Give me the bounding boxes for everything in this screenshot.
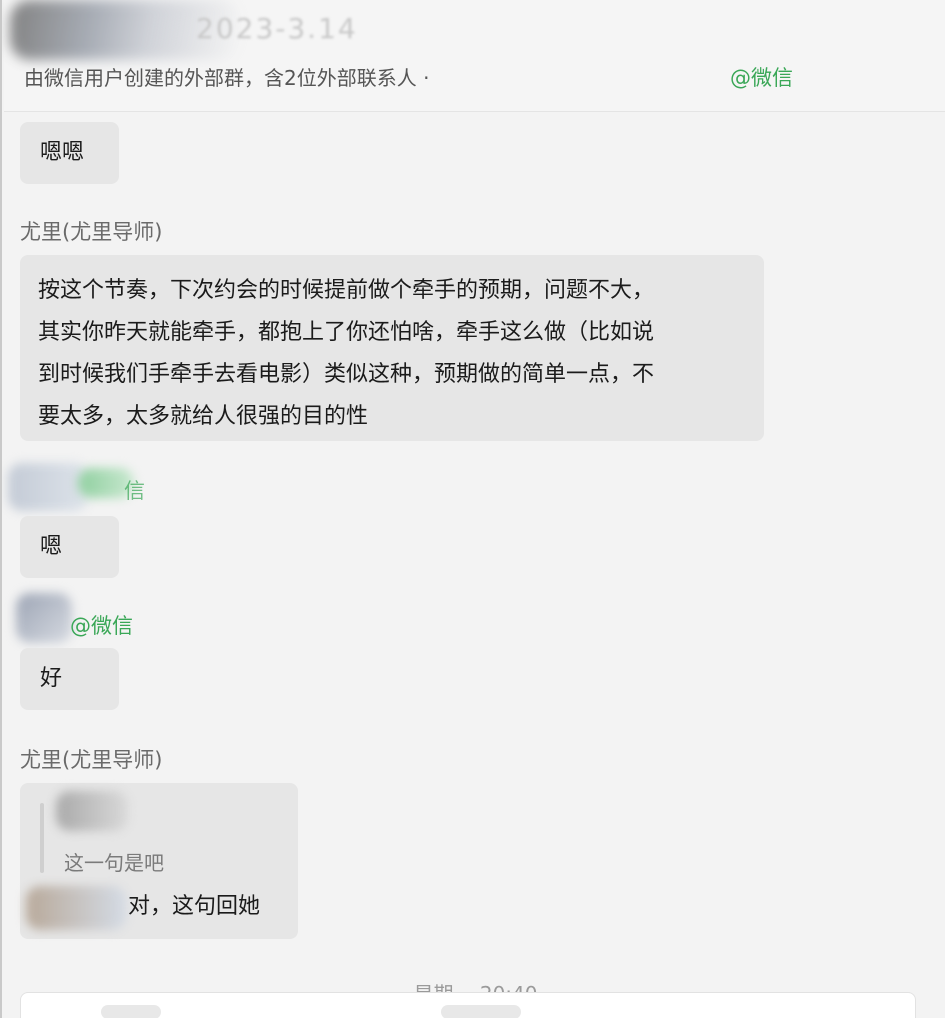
sender-tag: 信 bbox=[124, 479, 145, 503]
message-line: 到时候我们手牵手去看电影）类似这种，预期做的简单一点，不 bbox=[38, 362, 655, 387]
message-bubble[interactable]: 嗯嗯 bbox=[20, 122, 119, 184]
toolbar-placeholder bbox=[441, 1005, 521, 1018]
quote-bar bbox=[40, 803, 44, 873]
quoted-avatar bbox=[56, 791, 128, 831]
quoted-text: 这一句是吧 bbox=[64, 851, 164, 875]
sender-name[interactable]: 尤里(尤里导师) bbox=[20, 216, 162, 246]
sender-avatar[interactable] bbox=[8, 463, 88, 511]
message-bubble[interactable]: 按这个节奏，下次约会的时候提前做个牵手的预期，问题不大， 其实你昨天就能牵手，都… bbox=[20, 255, 764, 441]
wechat-tag[interactable]: @微信 bbox=[730, 62, 793, 92]
message-text: 好 bbox=[40, 666, 63, 691]
toolbar-placeholder bbox=[101, 1005, 161, 1018]
message-line: 要太多，太多就给人很强的目的性 bbox=[38, 404, 369, 429]
message-list[interactable]: 嗯嗯 尤里(尤里导师) 按这个节奏，下次约会的时候提前做个牵手的预期，问题不大，… bbox=[4, 113, 945, 1018]
message-line: 其实你昨天就能牵手，都抱上了你还怕啥，牵手这么做（比如说 bbox=[38, 320, 655, 345]
message-text: 嗯 bbox=[40, 534, 63, 559]
chat-header: 2023-3.14 由微信用户创建的外部群，含2位外部联系人 · @微信 bbox=[4, 0, 945, 112]
message-bubble[interactable]: 这一句是吧 对，这句回她 bbox=[20, 783, 298, 939]
message-input[interactable] bbox=[20, 992, 916, 1018]
sender-tag: @微信 bbox=[70, 614, 133, 638]
message-line: 按这个节奏，下次约会的时候提前做个牵手的预期，问题不大， bbox=[38, 278, 655, 303]
message-bubble[interactable]: 好 bbox=[20, 648, 119, 710]
group-description: 由微信用户创建的外部群，含2位外部联系人 · bbox=[24, 66, 430, 90]
chat-window: 2023-3.14 由微信用户创建的外部群，含2位外部联系人 · @微信 嗯嗯 … bbox=[0, 0, 945, 1018]
header-date: 2023-3.14 bbox=[196, 12, 358, 45]
message-bubble[interactable]: 嗯 bbox=[20, 516, 119, 578]
message-text: 对，这句回她 bbox=[128, 894, 261, 919]
sender-name[interactable]: 尤里(尤里导师) bbox=[20, 744, 162, 774]
message-text: 嗯嗯 bbox=[40, 140, 85, 165]
reply-avatar bbox=[26, 886, 126, 930]
sender-avatar[interactable] bbox=[16, 593, 72, 643]
